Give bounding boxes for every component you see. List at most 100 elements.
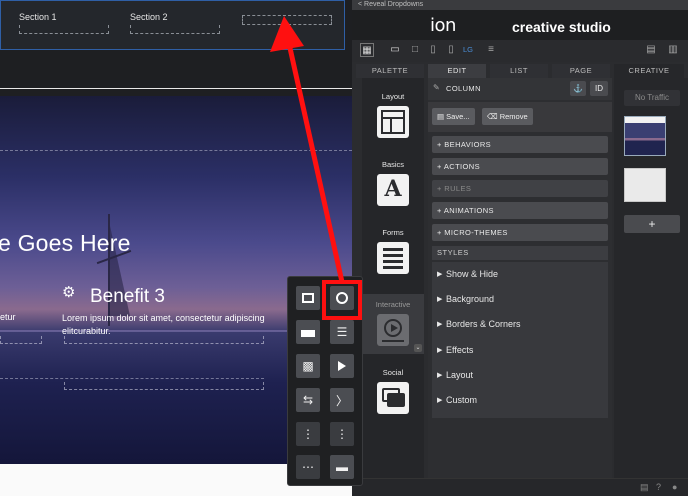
nav-section-1[interactable]: Section 1 [19,12,57,22]
triangle-right-icon: ▶ [437,296,443,303]
benefit-title[interactable]: Benefit 3 [90,286,165,308]
lightbox-widget-icon[interactable] [296,286,320,310]
clipboard-icon[interactable]: ▥ [666,43,680,57]
triangle-right-icon: ▶ [437,372,443,379]
benefit-text-cut[interactable]: etur [0,312,16,322]
page-thumbnail-1[interactable] [624,116,666,156]
benefit-icon: ⚙ [62,284,76,301]
laptop-icon[interactable]: □ [408,43,422,57]
actions-section[interactable]: + ACTIONS [432,158,608,175]
logo-text: ion [430,15,456,36]
action-bar: ▤ Save... ⌫ Remove [428,102,612,132]
style-layout[interactable]: ▶ Layout [432,363,608,388]
video-widget-icon[interactable] [330,354,354,378]
category-social[interactable]: Social [362,368,424,419]
nav-section-3-placeholder [242,15,332,25]
category-label: Basics [381,160,405,169]
save-page-icon[interactable]: ▤ [644,43,658,57]
micro-themes-section[interactable]: + MICRO-THEMES [432,224,608,241]
style-custom[interactable]: ▶ Custom [432,388,608,413]
tab-page[interactable]: PAGE [552,64,610,78]
add-page-button[interactable]: + [624,215,680,233]
triangle-right-icon: ▶ [437,347,443,354]
style-show-hide[interactable]: ▶ Show & Hide [432,262,608,287]
edit-panel: ✎ COLUMN ⚓ ID ▤ Save... ⌫ Remove + BEHAV… [428,78,612,496]
animations-section[interactable]: + ANIMATIONS [432,202,608,219]
category-forms[interactable]: Forms [362,228,424,279]
device-toolbar: ▦ ▭ □ ▯ ▯ LG ≡ ▤ ▥ [352,40,688,62]
rules-section[interactable]: + RULES [432,180,608,197]
collapse-icon[interactable]: ▤ [640,482,649,493]
style-effects[interactable]: ▶ Effects [432,338,608,363]
field-placeholder [0,336,42,344]
highlight-box [322,280,362,320]
divider-line [0,88,352,89]
hero-guide-line [0,378,264,379]
swap-widget-icon[interactable]: ⇆ [296,388,320,412]
app-title: creative studio [512,19,611,35]
layers-widget-icon[interactable]: ▬ [330,455,354,479]
panel-footer: ▤ ? ● [352,478,688,496]
device-lg-label[interactable]: LG [460,43,476,57]
gallery-widget-icon[interactable]: ▩ [296,354,320,378]
category-interactive[interactable]: Interactive ⌄ [362,294,424,354]
save-button[interactable]: ▤ Save... [432,108,475,125]
field-placeholder [64,336,264,344]
triangle-right-icon: ▶ [437,321,443,328]
phone-icon[interactable]: ▯ [444,43,458,57]
panel-tabs: PALETTE EDIT LIST PAGE CREATIVE [352,64,688,78]
chat-bubble-icon [377,382,409,414]
chat-icon[interactable]: ● [672,482,677,492]
styles-header: STYLES [432,246,608,260]
tab-creative[interactable]: CREATIVE [614,64,684,78]
expand-chevron-icon[interactable]: ⌄ [414,344,422,352]
category-layout[interactable]: Layout [362,92,424,143]
ion-logo: ion [430,15,456,36]
text-a-icon: A [377,174,409,206]
dots-horizontal-icon[interactable]: ⋯ [296,455,320,479]
category-label: Forms [382,228,404,237]
reveal-dropdowns-link[interactable]: < Reveal Dropdowns [352,0,688,10]
tab-edit[interactable]: EDIT [428,64,486,78]
help-icon[interactable]: ? [656,482,661,492]
editor-panel: < Reveal Dropdowns ion creative studio ▦… [352,0,688,496]
dots-vertical-icon[interactable]: ⋮ [330,422,354,446]
hero-headline[interactable]: e Goes Here [0,230,131,257]
pencil-icon[interactable]: ✎ [433,83,440,92]
behaviors-section[interactable]: + BEHAVIORS [432,136,608,153]
form-list-icon [377,242,409,274]
category-label: Social [382,368,404,377]
section-nav-bar[interactable]: Section 1 Section 2 [0,0,345,50]
triangle-right-icon: ▶ [437,397,443,404]
anchor-icon[interactable]: ⚓ [570,81,586,96]
traffic-status: No Traffic [624,90,680,106]
category-label: Interactive [375,300,411,309]
category-basics[interactable]: Basics A [362,160,424,211]
settings-sliders-icon[interactable]: ≡ [484,43,498,57]
tablet-icon[interactable]: ▯ [426,43,440,57]
slider-widget-icon[interactable] [296,320,320,344]
column-header: ✎ COLUMN ⚓ ID [428,78,612,100]
nav-section-2[interactable]: Section 2 [130,12,168,22]
tab-list[interactable]: LIST [490,64,548,78]
nav-section-2-placeholder [130,25,220,34]
tabs-widget-icon[interactable]: ☰ [330,320,354,344]
benefit-text[interactable]: Lorem ipsum dolor sit amet, consectetur … [62,312,272,338]
element-type-title: COLUMN [446,84,481,93]
page-thumbnail-2[interactable] [624,168,666,202]
palette-categories: Layout Basics A Forms Interactive ⌄ Soci… [362,78,424,496]
style-background[interactable]: ▶ Background [432,287,608,312]
hotspot-widget-icon[interactable]: ⋮ [296,422,320,446]
creative-panel: No Traffic + [614,78,688,496]
app-header: ion creative studio [352,10,688,40]
nav-section-1-placeholder [19,25,109,34]
category-label: Layout [381,92,405,101]
desktop-icon[interactable]: ▭ [388,43,402,57]
styles-list: ▶ Show & Hide ▶ Background ▶ Borders & Corn… [432,262,608,418]
tab-palette[interactable]: PALETTE [356,64,424,78]
grid-view-icon[interactable]: ▦ [360,43,374,57]
id-button[interactable]: ID [590,81,608,96]
style-borders-corners[interactable]: ▶ Borders & Corners [432,312,608,337]
remove-button[interactable]: ⌫ Remove [482,108,533,125]
dialog-widget-icon[interactable]: 〉 [330,388,354,412]
